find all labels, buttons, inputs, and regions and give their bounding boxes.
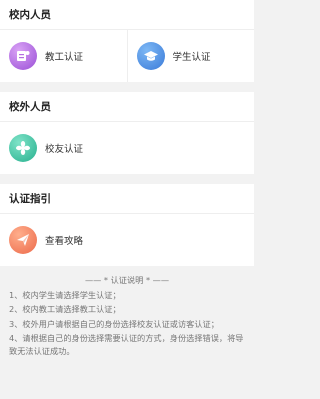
notes-title: —— * 认证说明 * —— xyxy=(84,275,170,285)
auth-notes: —— * 认证说明 * —— 1、校内学生请选择学生认证； 2、校内教工请选择教… xyxy=(0,266,254,357)
note-item: 1、校内学生请选择学生认证； xyxy=(9,289,121,300)
alumni-icon xyxy=(9,134,37,162)
guide-section: 认证指引 查看攻略 xyxy=(0,184,254,266)
paper-plane-icon xyxy=(9,226,37,254)
teacher-icon xyxy=(9,42,37,70)
alumni-auth-option[interactable]: 校友认证 xyxy=(0,122,254,174)
graduation-cap-icon xyxy=(136,42,165,70)
teacher-auth-option[interactable]: 教工认证 xyxy=(0,30,127,82)
note-item: 4、请根据自己的身份选择需要认证的方式，身份选择错误，将导致无法认证成功。 xyxy=(9,333,244,356)
view-guide-label: 查看攻略 xyxy=(45,236,84,247)
note-item: 3、校外用户请根据自己的身份选择校友认证或访客认证； xyxy=(9,318,219,329)
external-options-row: 校友认证 xyxy=(0,122,254,174)
internal-options-row: 教工认证 学生认证 xyxy=(0,30,254,82)
student-auth-label: 学生认证 xyxy=(172,52,211,63)
guide-options-row: 查看攻略 xyxy=(0,214,254,266)
section-title-guide: 认证指引 xyxy=(0,184,254,214)
view-guide-option[interactable]: 查看攻略 xyxy=(0,214,254,266)
section-title-external: 校外人员 xyxy=(0,92,254,122)
section-title-internal: 校内人员 xyxy=(0,0,254,30)
alumni-auth-label: 校友认证 xyxy=(45,144,84,155)
note-item: 2、校内教工请选择教工认证； xyxy=(9,304,121,314)
section-gap xyxy=(0,82,254,92)
teacher-auth-label: 教工认证 xyxy=(45,52,84,63)
section-gap xyxy=(0,174,254,184)
external-section: 校外人员 校友认证 xyxy=(0,92,254,174)
student-auth-option[interactable]: 学生认证 xyxy=(126,30,255,82)
internal-section: 校内人员 教工认证 学生认证 xyxy=(0,0,254,82)
